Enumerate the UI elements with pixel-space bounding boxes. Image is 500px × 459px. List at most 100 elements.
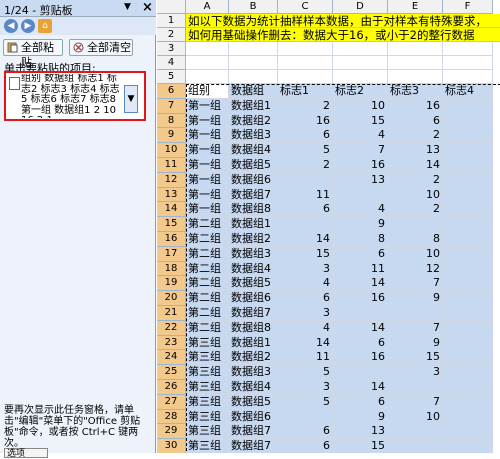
cell-a21[interactable]: 第二组 xyxy=(186,306,229,321)
cell[interactable] xyxy=(388,56,443,70)
cell-e22[interactable]: 7 xyxy=(388,320,443,336)
cell-f28[interactable] xyxy=(443,409,493,425)
cell-c20[interactable]: 6 xyxy=(278,291,333,306)
row-header-3[interactable]: 3 xyxy=(157,42,186,56)
cell[interactable] xyxy=(443,70,493,84)
cell-b22[interactable]: 数据组8 xyxy=(229,320,278,336)
cell[interactable] xyxy=(443,42,493,56)
cell-d7[interactable]: 10 xyxy=(333,98,388,114)
cell-a16[interactable]: 第二组 xyxy=(186,232,229,247)
cell-f26[interactable] xyxy=(443,380,493,395)
cell-e27[interactable]: 7 xyxy=(388,394,443,410)
clipboard-item[interactable]: 组别 数据组 标志1 标志2 标志3 标志4 标志5 标志6 标志7 标志8 第… xyxy=(4,71,146,121)
cell-b26[interactable]: 数据组4 xyxy=(229,380,278,395)
row-header[interactable]: 7 xyxy=(157,98,186,114)
cell-a30[interactable]: 第三组 xyxy=(186,439,229,453)
cell-d22[interactable]: 14 xyxy=(333,320,388,336)
row-header[interactable]: 23 xyxy=(157,335,186,351)
cell-a15[interactable]: 第二组 xyxy=(186,217,229,232)
cell-b8[interactable]: 数据组2 xyxy=(229,113,278,129)
cell-a12[interactable]: 第一组 xyxy=(186,172,229,188)
cell-c26[interactable]: 3 xyxy=(278,380,333,395)
cell[interactable] xyxy=(333,56,388,70)
cell-d18[interactable]: 11 xyxy=(333,261,388,277)
row-header[interactable]: 18 xyxy=(157,261,186,277)
paste-all-button[interactable]: 全部粘贴 xyxy=(3,39,63,69)
cell-e6[interactable]: 标志3 xyxy=(388,84,443,99)
cell-f13[interactable] xyxy=(443,187,493,203)
cell-c6[interactable]: 标志1 xyxy=(278,84,333,99)
row-header[interactable]: 28 xyxy=(157,409,186,425)
cell-a26[interactable]: 第三组 xyxy=(186,380,229,395)
cell-b14[interactable]: 数据组8 xyxy=(229,202,278,218)
row-header[interactable]: 19 xyxy=(157,276,186,292)
cell[interactable] xyxy=(186,42,229,56)
cell-c10[interactable]: 5 xyxy=(278,143,333,158)
pane-close-icon[interactable]: × xyxy=(142,0,153,15)
pane-menu-dropdown-icon[interactable]: ▼ xyxy=(124,2,131,12)
cell-e24[interactable]: 15 xyxy=(388,350,443,366)
cell-b9[interactable]: 数据组3 xyxy=(229,128,278,144)
cell-c16[interactable]: 14 xyxy=(278,232,333,247)
cell[interactable] xyxy=(333,70,388,84)
cell-f21[interactable] xyxy=(443,306,493,321)
cell-f20[interactable] xyxy=(443,291,493,306)
cell-c12[interactable] xyxy=(278,172,333,188)
cell-b24[interactable]: 数据组2 xyxy=(229,350,278,366)
cell-d19[interactable]: 14 xyxy=(333,276,388,292)
cell-a20[interactable]: 第二组 xyxy=(186,291,229,306)
cell[interactable] xyxy=(333,42,388,56)
cell-d30[interactable]: 15 xyxy=(333,439,388,453)
cell-f19[interactable] xyxy=(443,276,493,292)
cell-e12[interactable]: 2 xyxy=(388,172,443,188)
cell-c23[interactable]: 14 xyxy=(278,335,333,351)
column-header-b[interactable]: B xyxy=(229,0,278,14)
cell-b11[interactable]: 数据组5 xyxy=(229,158,278,173)
cell-c30[interactable]: 6 xyxy=(278,439,333,453)
cell-e19[interactable]: 7 xyxy=(388,276,443,292)
cell[interactable] xyxy=(229,70,278,84)
cell-a6[interactable]: 组别 xyxy=(186,84,229,99)
cell-d6[interactable]: 标志2 xyxy=(333,84,388,99)
cell[interactable] xyxy=(443,56,493,70)
home-icon[interactable]: ⌂ xyxy=(38,19,52,33)
cell-d11[interactable]: 16 xyxy=(333,158,388,173)
cell-c15[interactable] xyxy=(278,217,333,232)
cell-e20[interactable]: 9 xyxy=(388,291,443,306)
cell-c29[interactable]: 6 xyxy=(278,424,333,440)
cell-c21[interactable]: 3 xyxy=(278,306,333,321)
cell-a27[interactable]: 第三组 xyxy=(186,394,229,410)
cell-f7[interactable] xyxy=(443,98,493,114)
cell-f14[interactable] xyxy=(443,202,493,218)
cell-c7[interactable]: 2 xyxy=(278,98,333,114)
cell-b15[interactable]: 数据组1 xyxy=(229,217,278,232)
cell-b19[interactable]: 数据组5 xyxy=(229,276,278,292)
cell-c18[interactable]: 3 xyxy=(278,261,333,277)
cell-d13[interactable] xyxy=(333,187,388,203)
cell-b20[interactable]: 数据组6 xyxy=(229,291,278,306)
cell-f11[interactable] xyxy=(443,158,493,173)
cell-c17[interactable]: 15 xyxy=(278,246,333,262)
cell[interactable] xyxy=(388,70,443,84)
cell[interactable] xyxy=(186,70,229,84)
cell-c22[interactable]: 4 xyxy=(278,320,333,336)
row-header[interactable]: 14 xyxy=(157,202,186,218)
cell-f16[interactable] xyxy=(443,232,493,247)
cell-b12[interactable]: 数据组6 xyxy=(229,172,278,188)
column-header-c[interactable]: C xyxy=(278,0,333,14)
spreadsheet[interactable]: A B C D E F 1 2 3 4 5 6 组别 数据组 标志1 标志2 标志3 标志4 7 第一组 数据组1 2 10… xyxy=(157,0,500,453)
cell-d16[interactable]: 8 xyxy=(333,232,388,247)
row-header[interactable]: 30 xyxy=(157,439,186,453)
cell-a9[interactable]: 第一组 xyxy=(186,128,229,144)
cell-e8[interactable]: 6 xyxy=(388,113,443,129)
cell-a14[interactable]: 第一组 xyxy=(186,202,229,218)
cell-c27[interactable]: 5 xyxy=(278,394,333,410)
cell-b30[interactable]: 数据组7 xyxy=(229,439,278,453)
row-header[interactable]: 29 xyxy=(157,424,186,440)
cell-b25[interactable]: 数据组3 xyxy=(229,365,278,380)
row-header[interactable]: 8 xyxy=(157,113,186,129)
cell-f12[interactable] xyxy=(443,172,493,188)
row-header-4[interactable]: 4 xyxy=(157,56,186,70)
cell-e14[interactable]: 2 xyxy=(388,202,443,218)
row-header[interactable]: 17 xyxy=(157,246,186,262)
